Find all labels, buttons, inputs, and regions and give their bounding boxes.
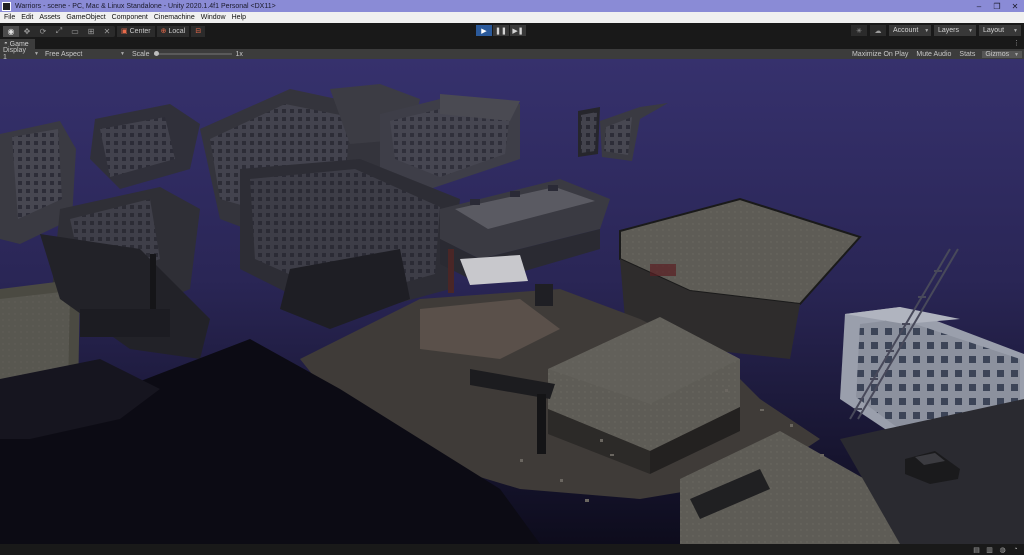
scene-render — [0, 59, 1024, 544]
transform-tool-icon[interactable]: ⊞ — [83, 26, 99, 37]
settings-icon[interactable]: ◔ — [1011, 545, 1020, 554]
scale-slider-thumb[interactable] — [153, 51, 159, 56]
chevron-down-icon: ▼ — [968, 27, 973, 34]
game-toggles: Maximize On Play Mute Audio Stats Gizmos… — [851, 49, 1022, 59]
maximize-button[interactable]: ❐ — [988, 0, 1006, 12]
network-icon[interactable]: ◍ — [998, 545, 1007, 554]
scale-slider[interactable] — [153, 51, 232, 56]
mute-audio-toggle[interactable]: Mute Audio — [915, 51, 952, 58]
pivot-center-label: Center — [129, 27, 151, 35]
menu-assets[interactable]: Assets — [38, 14, 65, 21]
transform-tools: ◉ ✥ ⟳ ⤢ ▭ ⊞ ✕ — [3, 25, 115, 37]
menu-file[interactable]: File — [3, 14, 20, 21]
window-titlebar: Warriors - scene - PC, Mac & Linux Stand… — [0, 0, 1024, 12]
gizmos-dropdown[interactable]: Gizmos ▼ — [982, 50, 1022, 58]
gizmos-label: Gizmos — [985, 50, 1010, 58]
pause-button[interactable]: ❚❚ — [493, 25, 509, 36]
move-tool-icon[interactable]: ✥ — [19, 26, 35, 37]
menu-window[interactable]: Window — [200, 14, 231, 21]
menu-gameobject[interactable]: GameObject — [65, 14, 110, 21]
layers-dropdown[interactable]: Layers ▼ — [934, 25, 976, 36]
playback-controls: ▶ ❚❚ ▶❚ — [476, 25, 526, 36]
game-viewport[interactable] — [0, 59, 1024, 544]
console-icon[interactable]: ▤ — [972, 545, 981, 554]
scale-tool-icon[interactable]: ⤢ — [51, 26, 67, 37]
account-label: Account — [893, 27, 919, 34]
tab-menu-icon[interactable]: ⋮ — [1013, 39, 1020, 47]
layers-label: Layers — [938, 27, 960, 34]
cloud-icon[interactable]: ☁ — [870, 25, 886, 36]
scale-control: Scale 1x — [132, 51, 243, 58]
game-control-bar: Display 1 ▼ Free Aspect ▼ Scale 1x Maxim… — [0, 47, 1024, 61]
menu-help[interactable]: Help — [231, 14, 251, 21]
account-dropdown[interactable]: Account ▼ — [889, 25, 931, 36]
aspect-dropdown[interactable]: Free Aspect ▼ — [42, 51, 128, 58]
pivot-local-label: Local — [168, 27, 186, 35]
pivot-center-button[interactable]: ▣ Center — [117, 25, 155, 37]
hand-tool-icon[interactable]: ◉ — [3, 25, 19, 37]
toolbar-right: ✳ ☁ Account ▼ Layers ▼ Layout ▼ — [851, 25, 1021, 36]
pivot-local-icon: ⊕ — [160, 28, 167, 35]
menu-bar: File Edit Assets GameObject Component Ci… — [0, 12, 1024, 23]
menu-edit[interactable]: Edit — [20, 14, 38, 21]
maximize-on-play-toggle[interactable]: Maximize On Play — [851, 51, 909, 58]
stats-toggle[interactable]: Stats — [958, 51, 976, 58]
unity-logo-icon — [2, 1, 11, 11]
chevron-down-icon: ▼ — [34, 51, 39, 57]
close-button[interactable]: ✕ — [1006, 0, 1024, 12]
chevron-down-icon: ▼ — [1013, 27, 1018, 34]
window-title: Warriors - scene - PC, Mac & Linux Stand… — [15, 2, 276, 10]
menu-component[interactable]: Component — [111, 14, 153, 21]
main-toolbar: ◉ ✥ ⟳ ⤢ ▭ ⊞ ✕ ▣ Center ⊕ Local ⊟ ▶ ❚❚ ▶❚… — [0, 23, 1024, 39]
collab-icon[interactable]: ✳ — [851, 25, 867, 36]
chevron-down-icon: ▼ — [120, 51, 125, 57]
chevron-down-icon: ▼ — [1014, 51, 1019, 58]
layout-dropdown[interactable]: Layout ▼ — [979, 25, 1021, 36]
layout-label: Layout — [983, 27, 1005, 34]
aspect-label: Free Aspect — [45, 50, 83, 58]
menu-cinemachine[interactable]: Cinemachine — [153, 14, 200, 21]
game-tab-row: ◓ Game ⋮ — [0, 39, 1024, 49]
scale-value: 1x — [235, 50, 243, 58]
rotate-tool-icon[interactable]: ⟳ — [35, 26, 51, 37]
status-bar: ▤ ▥ ◍ ◔ — [0, 544, 1024, 555]
chevron-down-icon: ▼ — [924, 27, 930, 34]
status-icons: ▤ ▥ ◍ ◔ — [972, 545, 1020, 554]
custom-tool-icon[interactable]: ✕ — [99, 26, 115, 37]
pivot-center-icon: ▣ — [121, 28, 128, 35]
progress-icon[interactable]: ▥ — [985, 545, 994, 554]
play-button[interactable]: ▶ — [476, 25, 492, 36]
minimize-button[interactable]: – — [970, 0, 988, 12]
pivot-local-button[interactable]: ⊕ Local — [156, 25, 190, 37]
rect-tool-icon[interactable]: ▭ — [67, 26, 83, 37]
step-button[interactable]: ▶❚ — [510, 25, 526, 36]
scale-label: Scale — [132, 50, 150, 58]
grid-snap-icon[interactable]: ⊟ — [191, 25, 206, 37]
